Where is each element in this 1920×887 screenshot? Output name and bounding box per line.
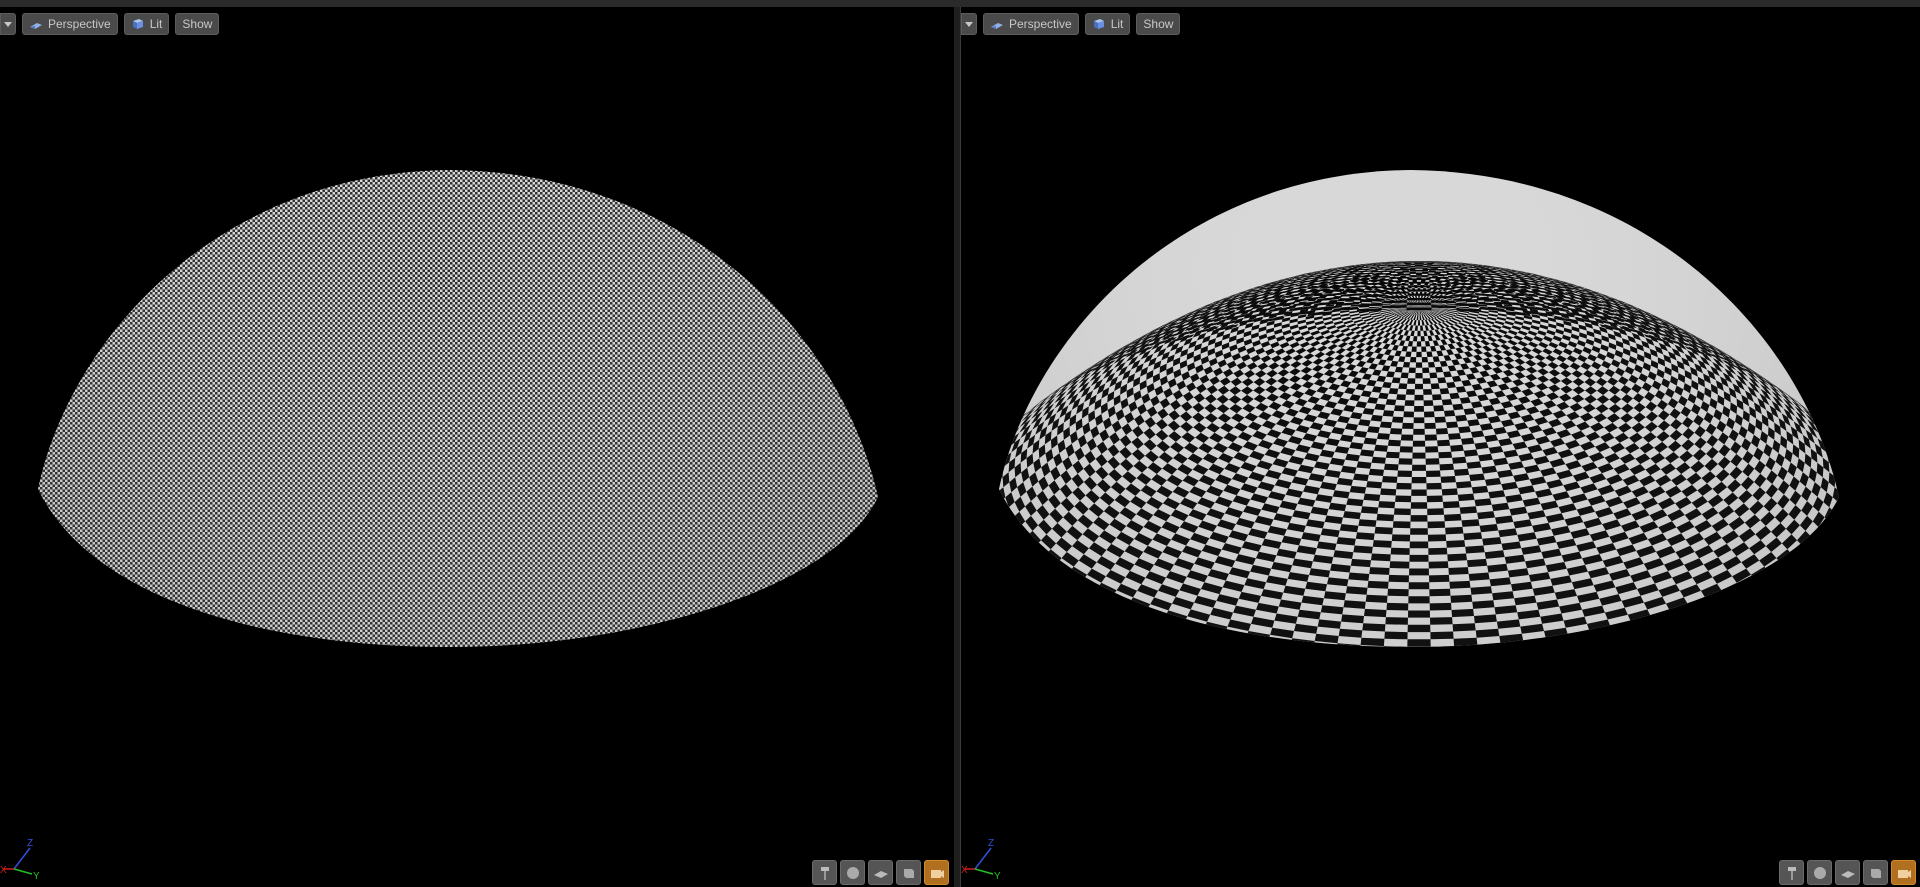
axis-x-label: X — [961, 865, 968, 876]
perspective-icon — [30, 23, 42, 29]
viewport-right[interactable]: Perspective Lit Show Z Y X — [960, 7, 1920, 887]
lit-label: Lit — [1110, 17, 1124, 31]
viewport-menu-button[interactable] — [961, 13, 977, 35]
sphere-tool-button[interactable] — [840, 860, 865, 885]
dome-mesh-uniform — [38, 170, 878, 647]
viewport-bottom-toolbar — [1779, 860, 1916, 885]
perspective-button[interactable]: Perspective — [983, 13, 1079, 35]
lit-button[interactable]: Lit — [123, 13, 170, 35]
axis-y-line — [974, 868, 994, 875]
axis-z-line — [974, 847, 992, 870]
axis-x-label: X — [0, 865, 7, 876]
brush-icon — [1787, 866, 1796, 880]
viewport-left[interactable]: Perspective Lit Show Z Y X — [0, 7, 955, 887]
axis-y-line — [13, 868, 33, 875]
viewport-toolbar: Perspective Lit Show — [961, 12, 1181, 36]
axis-z-label: Z — [27, 838, 33, 849]
show-label: Show — [1143, 17, 1174, 31]
chevron-down-icon — [4, 21, 12, 27]
camera-icon — [930, 869, 944, 878]
brush-tool-button[interactable] — [812, 860, 837, 885]
perspective-label: Perspective — [1009, 17, 1072, 31]
brush-tool-button[interactable] — [1779, 860, 1804, 885]
show-label: Show — [182, 17, 213, 31]
lit-cube-icon — [132, 19, 143, 29]
camera-tool-button[interactable] — [1891, 860, 1916, 885]
sphere-tool-button[interactable] — [1807, 860, 1832, 885]
camera-icon — [1897, 869, 1911, 878]
axis-z-label: Z — [988, 838, 994, 849]
dome-mesh-distorted — [999, 170, 1839, 647]
cube-tool-button[interactable] — [896, 860, 921, 885]
axis-y-label: Y — [994, 871, 1001, 881]
cube-icon — [903, 868, 914, 878]
cube-tool-button[interactable] — [1863, 860, 1888, 885]
viewport-menu-button[interactable] — [0, 13, 16, 35]
lit-label: Lit — [149, 17, 163, 31]
perspective-label: Perspective — [48, 17, 111, 31]
sphere-icon — [846, 866, 859, 879]
axis-y-label: Y — [33, 871, 40, 881]
title-strip — [0, 0, 1920, 7]
brush-icon — [820, 866, 829, 880]
perspective-icon — [991, 23, 1003, 29]
chevron-down-icon — [965, 21, 973, 27]
cube-icon — [1870, 868, 1881, 878]
axis-gizmo: Z Y X — [961, 838, 1001, 881]
show-button[interactable]: Show — [1136, 13, 1181, 35]
plane-icon — [873, 870, 888, 878]
show-button[interactable]: Show — [175, 13, 220, 35]
axis-z-line — [13, 847, 31, 870]
axis-gizmo: Z Y X — [0, 838, 40, 881]
camera-tool-button[interactable] — [924, 860, 949, 885]
plane-tool-button[interactable] — [868, 860, 893, 885]
plane-tool-button[interactable] — [1835, 860, 1860, 885]
sphere-icon — [1813, 866, 1826, 879]
plane-icon — [1840, 870, 1855, 878]
lit-cube-icon — [1093, 19, 1104, 29]
viewport-bottom-toolbar — [812, 860, 949, 885]
perspective-button[interactable]: Perspective — [22, 13, 118, 35]
viewport-toolbar: Perspective Lit Show — [0, 12, 220, 36]
lit-button[interactable]: Lit — [1084, 13, 1131, 35]
